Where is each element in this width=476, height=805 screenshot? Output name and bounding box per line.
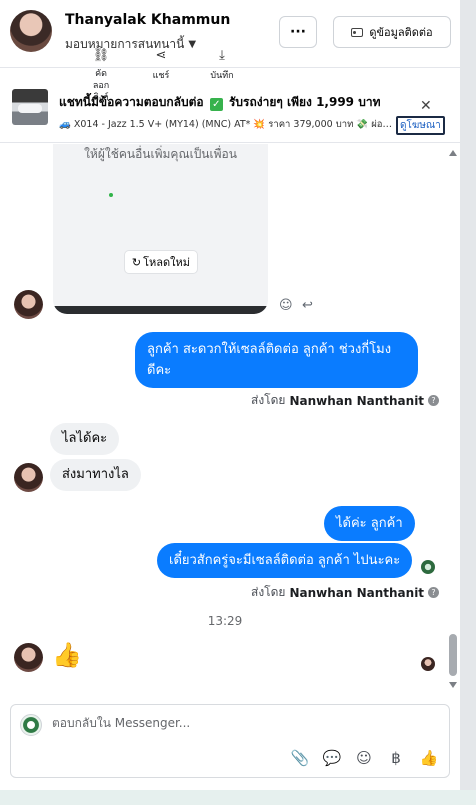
reload-button[interactable]: ↻ โหลดใหม่	[124, 250, 198, 274]
shared-content-card: ให้ผู้ใช้คนอื่นเพิ่มคุณเป็นเพื่อน	[53, 144, 268, 314]
caret-down-icon: ▼	[188, 39, 197, 50]
more-options-button[interactable]: ···	[279, 16, 317, 48]
side-panel-edge	[460, 0, 476, 805]
sent-by-name: Nanwhan Nanthanit	[289, 393, 425, 408]
reply-input[interactable]	[52, 716, 442, 730]
reload-label: โหลดใหม่	[143, 256, 191, 269]
contact-avatar[interactable]	[10, 10, 52, 52]
view-contact-info-button[interactable]: ดูข้อมูลติดต่อ	[333, 16, 451, 48]
ad-title-part2: รับรถง่ายๆ เพียง 1,999 บาท	[228, 95, 381, 109]
outgoing-message[interactable]: ได้ค่ะ ลูกค้า	[324, 506, 415, 541]
scroll-down-icon[interactable]	[449, 681, 457, 689]
saved-replies-icon[interactable]: 💬	[321, 747, 343, 769]
like-icon[interactable]: 👍	[418, 747, 440, 769]
share-button[interactable]: ⋖ แชร์	[136, 48, 186, 82]
view-contact-info-label: ดูข้อมูลติดต่อ	[369, 26, 433, 39]
incoming-message[interactable]: ไลได้คะ	[50, 423, 120, 455]
reply-composer: 📎 💬 ☺ ฿ 👍	[10, 704, 450, 778]
download-icon: ⤓	[219, 48, 225, 63]
save-button[interactable]: ⤓ บันทึก	[197, 48, 247, 82]
incoming-message[interactable]: ส่งมาทางไล	[50, 459, 141, 491]
contact-name[interactable]: Thanyalak Khammun	[65, 12, 230, 28]
copy-link-label: คัด ลอก ลิงก์	[92, 69, 110, 103]
bottom-edge	[0, 790, 476, 805]
sender-avatar[interactable]	[14, 463, 43, 492]
check-icon: ✓	[209, 98, 223, 111]
card-description: ให้ผู้ใช้คนอื่นเพิ่มคุณเป็นเพื่อน	[84, 147, 237, 161]
message-timestamp: 13:29	[207, 614, 243, 628]
sent-by-prefix: ส่งโดย	[251, 585, 286, 599]
page-avatar	[20, 714, 42, 736]
attachment-icon[interactable]: 📎	[289, 747, 311, 769]
outgoing-message[interactable]: ลูกค้า สะดวกให้เซลล์ติดต่อ ลูกค้า ช่วงกี…	[135, 332, 418, 388]
link-icon: ⛓	[92, 48, 110, 63]
reload-icon: ↻	[131, 255, 142, 269]
info-icon[interactable]: ?	[428, 395, 440, 406]
scroll-up-icon[interactable]	[449, 149, 457, 157]
reply-icon[interactable]: ↩	[302, 298, 313, 313]
ad-subtitle: 🚙 X014 - Jazz 1.5 V+ (MY14) (MNC) AT* 💥 …	[59, 119, 395, 130]
more-icon: ···	[290, 24, 306, 40]
ad-thumbnail	[12, 89, 48, 125]
payment-icon[interactable]: ฿	[385, 747, 407, 769]
close-icon[interactable]: ✕	[420, 98, 432, 114]
seen-avatar	[421, 657, 435, 671]
card-bottom-bar	[53, 306, 268, 314]
share-icon: ⋖	[155, 48, 167, 63]
thumbs-up-message[interactable]: 👍	[52, 641, 82, 669]
scrollbar-thumb[interactable]	[449, 634, 457, 676]
info-icon[interactable]: ?	[428, 587, 440, 598]
copy-link-button[interactable]: ⛓ คัด ลอก ลิงก์	[76, 48, 126, 104]
contact-card-icon	[351, 27, 364, 37]
sent-by-prefix: ส่งโดย	[251, 393, 286, 407]
emoji-icon[interactable]: ☺	[353, 747, 375, 769]
outgoing-message[interactable]: เดี๋ยวสักครู่จะมีเซลล์ติดต่อ ลูกค้า ไปนะ…	[157, 543, 413, 578]
sender-avatar[interactable]	[14, 643, 43, 672]
save-label: บันทึก	[210, 71, 234, 81]
sent-by-line: ส่งโดย Nanwhan Nanthanit ?	[251, 391, 440, 410]
sent-by-line: ส่งโดย Nanwhan Nanthanit ?	[251, 583, 440, 602]
sender-avatar[interactable]	[14, 290, 43, 319]
view-ad-link[interactable]: ดูโฆษณา	[396, 116, 445, 135]
react-smile-icon[interactable]: ☺	[279, 298, 293, 313]
sent-by-name: Nanwhan Nanthanit	[289, 585, 425, 600]
share-label: แชร์	[152, 71, 170, 81]
online-dot	[109, 193, 113, 197]
ad-context-banner: แชทนี้มีข้อความตอบกลับต่อ ✓ รับรถง่ายๆ เ…	[0, 73, 460, 143]
seen-avatar	[421, 560, 435, 574]
conversation-panel: Thanyalak Khammun มอบหมายการสนทนานี้ ▼ ·…	[0, 0, 460, 790]
